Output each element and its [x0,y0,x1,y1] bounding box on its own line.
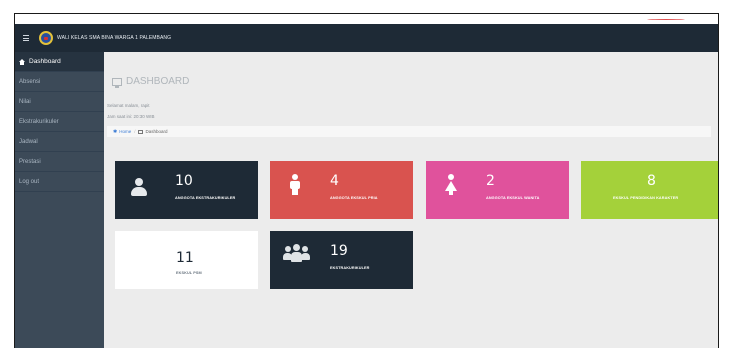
stat-card-ekskul-psm[interactable]: 11 EKSKUL PSM [115,231,258,289]
decorative-mark [647,19,685,21]
stat-value: 8 [647,173,656,189]
stat-value: 2 [486,173,495,189]
stat-card-ekstrakurikuler[interactable]: 19 EKSTRAKURIKULER [270,231,413,289]
school-logo-icon [39,31,53,45]
sidebar-item-label: Prestasi [19,158,41,165]
stat-label: ANGGOTA EKSKUL WANITA [486,196,540,200]
sidebar-item-dashboard[interactable]: Dashboard [15,52,104,72]
sidebar-item-ekstrakurikuler[interactable]: Ekstrakurikuler [15,112,104,132]
clock-text: Jam saat ini: 20:30 WIB [107,114,155,119]
breadcrumb-home[interactable]: ✱ Home [113,129,131,135]
stat-value: 19 [330,243,348,259]
greeting-text: Selamat malam, rapit [107,103,150,108]
stat-value: 11 [176,250,194,266]
sidebar: Dashboard Absensi Nilai Ekstrakurikuler … [15,52,104,348]
sidebar-item-jadwal[interactable]: Jadwal [15,132,104,152]
stat-card-anggota-pria[interactable]: 4 ANGGOTA EKSKUL PRIA [270,161,413,219]
navbar: WALI KELAS SMA BINA WARGA 1 PALEMBANG [15,24,718,52]
users-icon [283,244,310,264]
stat-label: EKSTRAKURIKULER [330,266,370,270]
sidebar-item-nilai[interactable]: Nilai [15,92,104,112]
breadcrumb-home-label: Home [119,129,132,134]
app-window: WALI KELAS SMA BINA WARGA 1 PALEMBANG Da… [14,13,719,348]
breadcrumb: ✱ Home / Dashboard [107,126,711,137]
breadcrumb-current: Dashboard [145,129,168,134]
sidebar-item-label: Nilai [19,98,31,105]
stat-card-anggota-ekstrakurikuler[interactable]: 10 ANGGOTA EKSTRAKURIKULER [115,161,258,219]
brand-title[interactable]: WALI KELAS SMA BINA WARGA 1 PALEMBANG [57,35,171,41]
sidebar-item-prestasi[interactable]: Prestasi [15,152,104,172]
stat-label: EKSKUL PSM [176,271,202,275]
home-icon: ✱ [113,128,118,135]
breadcrumb-separator: / [134,129,136,134]
stat-card-pendidikan-karakter[interactable]: 8 EKSKUL PENDIDIKAN KARAKTER [581,161,718,219]
stat-label: ANGGOTA EKSTRAKURIKULER [175,196,236,200]
home-icon [19,59,25,65]
sidebar-item-label: Ekstrakurikuler [19,118,59,125]
sidebar-item-label: Absensi [19,78,41,85]
user-icon [131,178,147,196]
male-icon [289,174,301,195]
page-title-text: DASHBOARD [126,76,190,87]
female-icon [445,174,457,195]
sidebar-item-label: Dashboard [29,58,61,65]
page-title: DASHBOARD [112,76,190,88]
stat-card-anggota-wanita[interactable]: 2 ANGGOTA EKSKUL WANITA [426,161,569,219]
monitor-icon [112,77,122,88]
main-content: DASHBOARD Selamat malam, rapit Jam saat … [104,52,718,348]
sidebar-item-label: Log out [19,178,40,185]
sidebar-item-logout[interactable]: Log out [15,172,104,192]
stat-label: EKSKUL PENDIDIKAN KARAKTER [613,196,679,200]
monitor-icon [138,129,144,134]
hamburger-menu-icon[interactable] [23,35,29,41]
stat-value: 10 [175,173,193,189]
stat-value: 4 [330,173,339,189]
sidebar-item-absensi[interactable]: Absensi [15,72,104,92]
stat-label: ANGGOTA EKSKUL PRIA [330,196,378,200]
sidebar-item-label: Jadwal [19,138,38,145]
